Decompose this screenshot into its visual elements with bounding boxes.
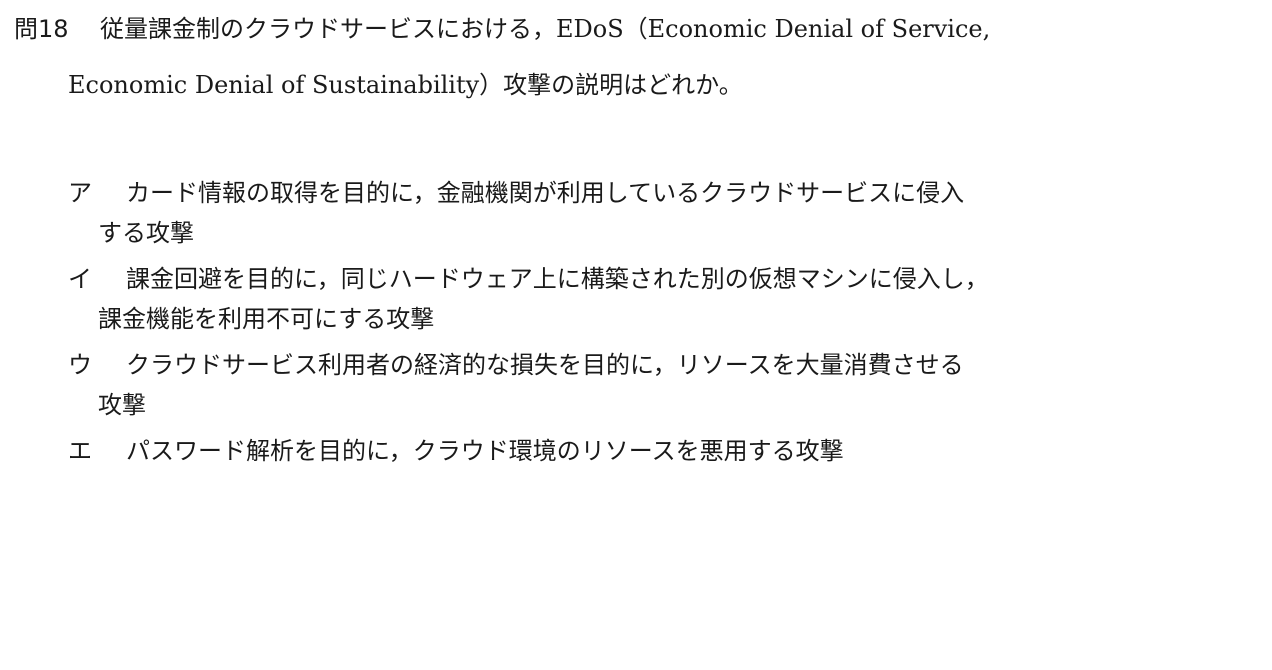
choice-text: クラウドサービス利用者の経済的な損失を目的に，リソースを大量消費させる <box>126 351 964 379</box>
choice-text-continued: 攻撃 <box>98 391 146 419</box>
choice-label: ウ <box>68 351 92 379</box>
choice-text: カード情報の取得を目的に，金融機関が利用しているクラウドサービスに侵入 <box>126 179 965 207</box>
choice-label: エ <box>68 437 92 465</box>
exam-page: 問18 従量課金制のクラウドサービスにおける，EDoS（Economic Deni… <box>0 0 1272 670</box>
choice-text-continued: 課金機能を利用不可にする攻撃 <box>98 305 435 333</box>
choice-text: 課金回避を目的に，同じハードウェア上に構築された別の仮想マシンに侵入し， <box>126 265 989 293</box>
question-text-line2: Economic Denial of Sustainability）攻撃の説明は… <box>68 71 743 99</box>
choice-text-continued: する攻撃 <box>98 219 194 247</box>
answer-choices: ア カード情報の取得を目的に，金融機関が利用しているクラウドサービスに侵入 する… <box>68 174 1218 478</box>
choice-u: ウ クラウドサービス利用者の経済的な損失を目的に，リソースを大量消費させる 攻撃 <box>68 346 1218 424</box>
question-text-line1: 従量課金制のクラウドサービスにおける，EDoS（Economic Denial … <box>100 15 991 43</box>
choice-label: ア <box>68 179 92 207</box>
choice-text: パスワード解析を目的に，クラウド環境のリソースを悪用する攻撃 <box>126 437 844 465</box>
question-number: 問18 <box>14 15 69 43</box>
choice-e: エ パスワード解析を目的に，クラウド環境のリソースを悪用する攻撃 <box>68 432 1218 470</box>
choice-a: ア カード情報の取得を目的に，金融機関が利用しているクラウドサービスに侵入 する… <box>68 174 1218 252</box>
choice-label: イ <box>68 265 92 293</box>
choice-i: イ 課金回避を目的に，同じハードウェア上に構築された別の仮想マシンに侵入し， 課… <box>68 260 1218 338</box>
question-header: 問18 従量課金制のクラウドサービスにおける，EDoS（Economic Deni… <box>14 10 1254 48</box>
